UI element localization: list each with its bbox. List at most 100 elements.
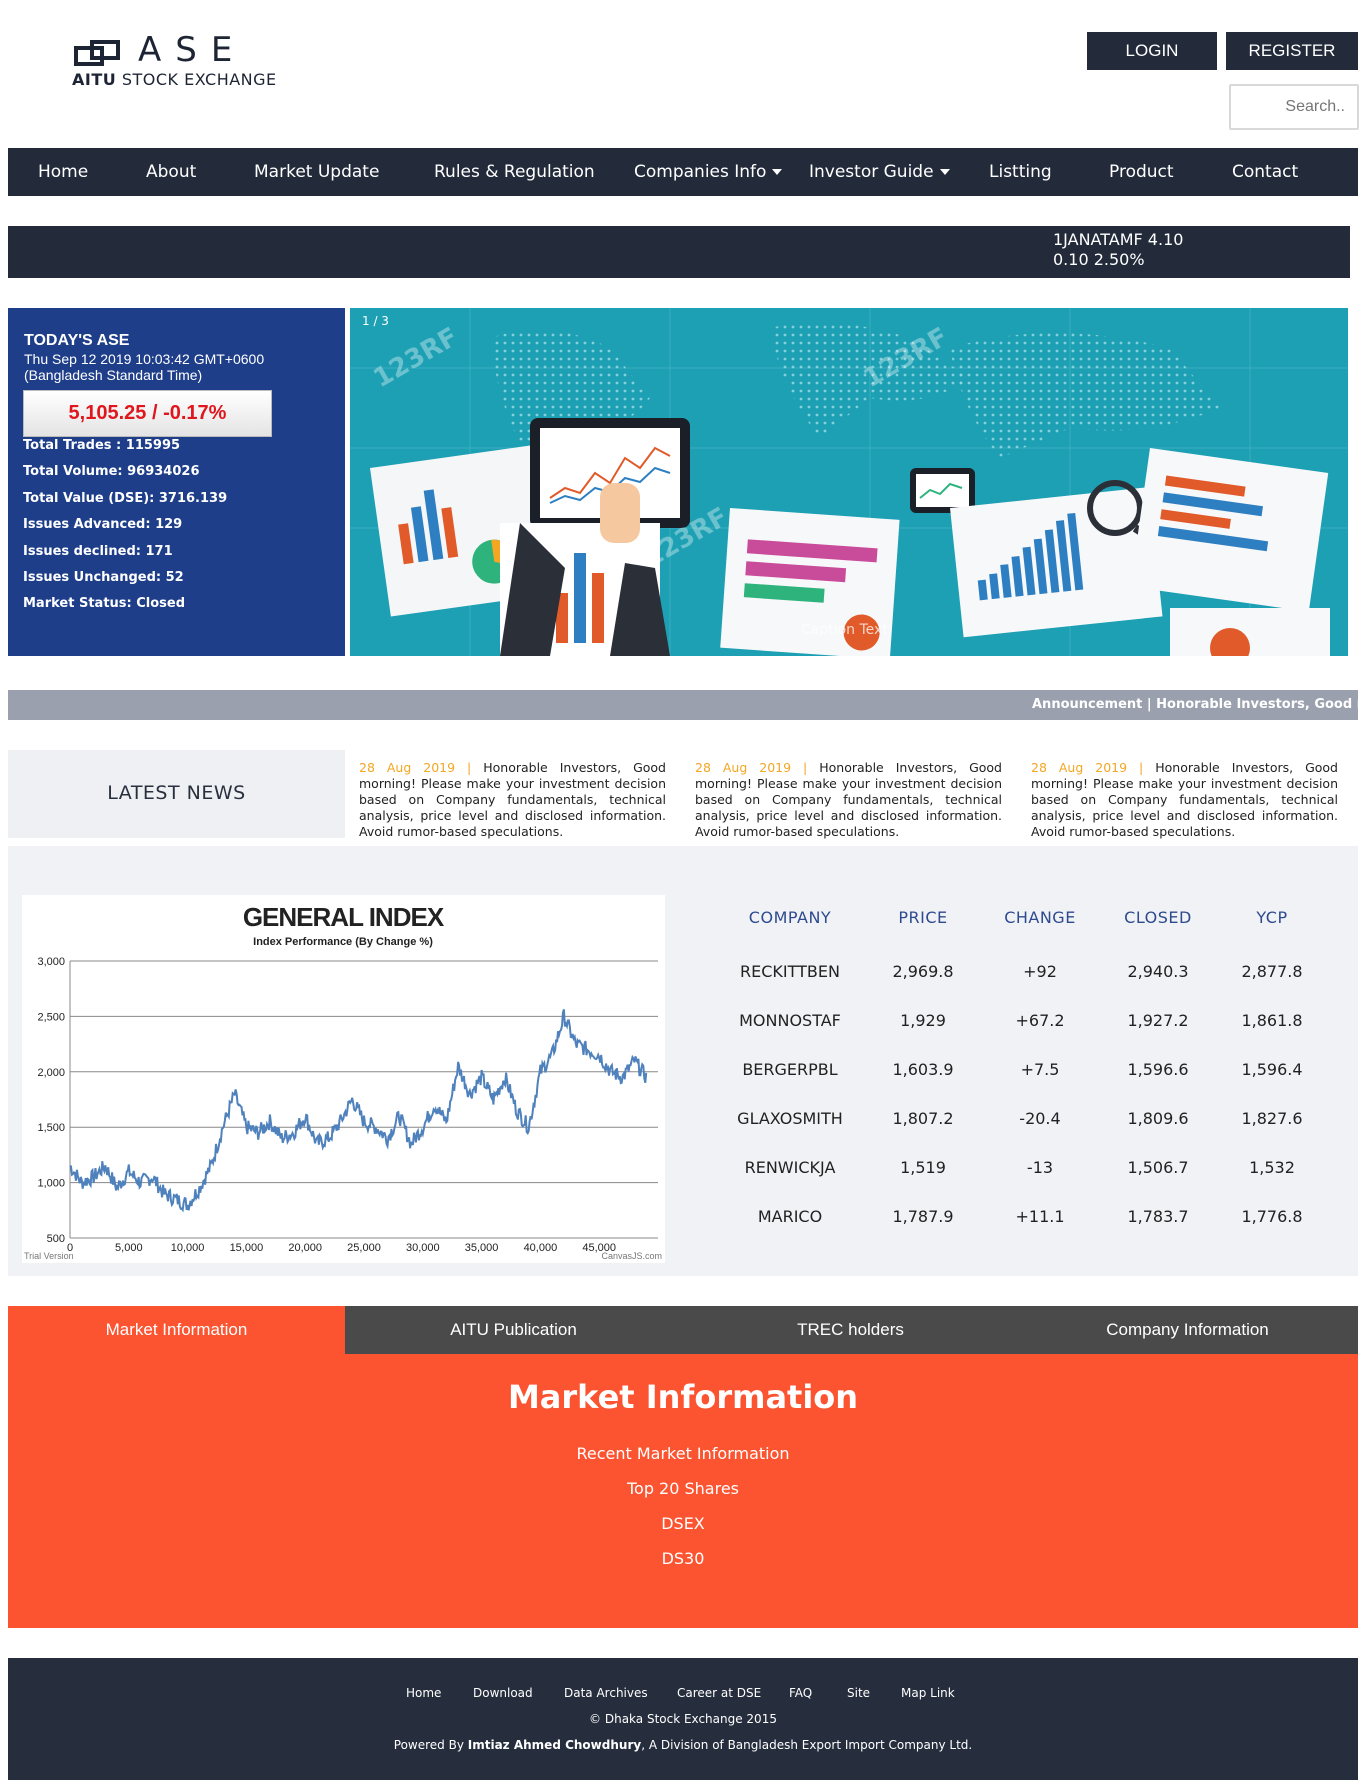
tab-market-information[interactable]: Market Information [8,1306,345,1354]
nav-item-listing[interactable]: Listting [989,148,1052,196]
chart-trial-label: Trial Version [24,1251,74,1261]
chart-y-tick-label: 3,000 [37,956,65,968]
cell-price: 1,787.9 [892,1207,954,1226]
cell-ycp: 1,776.8 [1241,1207,1303,1226]
cell-ycp: 1,861.8 [1241,1011,1303,1030]
announcement-text: Announcement | Honorable Investors, Good… [1032,697,1358,712]
info-tabs: Market Information AITU Publication TREC… [8,1306,1358,1354]
chart-series-line [69,1009,648,1213]
register-button[interactable]: REGISTER [1226,32,1358,70]
market-information-panel: Market Information Recent Market Informa… [8,1354,1358,1628]
footer-link-download[interactable]: Download [473,1686,533,1700]
news-item[interactable]: 28 Aug 2019 | Honorable Investors, Good … [695,760,1002,840]
market-information-heading: Market Information [507,1378,859,1416]
footer-copyright: © Dhaka Stock Exchange 2015 [589,1712,777,1726]
link-top-20-shares[interactable]: Top 20 Shares [8,1479,1358,1498]
link-dsex[interactable]: DSEX [8,1514,1358,1533]
search-input[interactable] [1231,86,1357,128]
cell-closed: 1,506.7 [1127,1158,1189,1177]
cell-change: -13 [1026,1158,1054,1177]
site-logo[interactable]: ASE AITU STOCK EXCHANGE [72,30,292,92]
login-button[interactable]: LOGIN [1087,32,1217,70]
chart-x-tick-label: 25,000 [347,1242,381,1254]
chart-x-tick-label: 30,000 [406,1242,440,1254]
nav-item-companies-info[interactable]: Companies Info [634,148,783,196]
chevron-down-icon [939,169,950,175]
tab-company-information[interactable]: Company Information [1019,1306,1356,1354]
nav-item-market-update[interactable]: Market Update [254,148,379,196]
cell-company: BERGERPBL [742,1060,838,1079]
logo-mark-icon [74,40,120,66]
chart-x-tick-label: 5,000 [115,1242,143,1254]
tab-aitu-publication[interactable]: AITU Publication [345,1306,682,1354]
chart-subtitle: Index Performance (By Change %) [253,936,433,948]
latest-news-header: LATEST NEWS [8,750,345,838]
cell-company: GLAXOSMITH [737,1109,843,1128]
nav-item-home[interactable]: Home [38,148,88,196]
cell-company: RENWICKJA [744,1158,836,1177]
general-index-chart: GENERAL INDEX Index Performance (By Chan… [22,895,665,1263]
image-slider[interactable]: 123RF 123RF 123RF 1 / 3 Caption Text [350,308,1348,656]
chart-x-tick-label: 40,000 [524,1242,558,1254]
footer-link-career[interactable]: Career at DSE [677,1686,761,1700]
nav-item-about[interactable]: About [146,148,196,196]
news-date: 28 Aug 2019 | [359,760,472,775]
latest-news-label: LATEST NEWS [107,782,246,804]
cell-price: 1,519 [900,1158,946,1177]
cell-ycp: 1,532 [1249,1158,1295,1177]
cell-closed: 1,927.2 [1127,1011,1189,1030]
index-value-box: 5,105.25 / -0.17% [23,390,272,437]
cell-closed: 2,940.3 [1127,962,1189,981]
nav-item-investor-guide[interactable]: Investor Guide [809,148,950,196]
stat-issues-declined: Issues declined: 171 [23,544,173,559]
stat-market-status: Market Status: Closed [23,596,186,611]
nav-item-rules-regulation[interactable]: Rules & Regulation [434,148,595,196]
cell-price: 1,929 [900,1011,946,1030]
cell-price: 2,969.8 [892,962,954,981]
logo-brand-text: ASE [138,30,247,70]
cell-change: +7.5 [1020,1060,1060,1079]
table-header-ycp: YCP [1256,908,1288,927]
cell-price: 1,603.9 [892,1060,954,1079]
ticker-line-1: 1JANATAMF 4.10 [1053,230,1184,249]
cell-company: RECKITTBEN [740,962,840,981]
cell-change: +11.1 [1015,1207,1065,1226]
cell-closed: 1,783.7 [1127,1207,1189,1226]
stock-ticker: 1JANATAMF 4.10 0.10 2.50% [8,226,1350,278]
logo-subtitle: AITU STOCK EXCHANGE [72,70,277,89]
footer-link-map[interactable]: Map Link [901,1686,955,1700]
footer-link-data-archives[interactable]: Data Archives [564,1686,648,1700]
cell-change: +92 [1023,962,1057,981]
tab-trec-holders[interactable]: TREC holders [682,1306,1019,1354]
footer-link-site[interactable]: Site [847,1686,870,1700]
news-item[interactable]: 28 Aug 2019 | Honorable Investors, Good … [1031,760,1338,840]
slide-counter: 1 / 3 [362,314,389,328]
stat-issues-unchanged: Issues Unchanged: 52 [23,570,184,585]
nav-item-contact[interactable]: Contact [1232,148,1298,196]
table-header-change: CHANGE [1004,908,1076,927]
chart-y-tick-label: 2,500 [37,1011,65,1023]
news-date: 28 Aug 2019 | [695,760,808,775]
chart-x-tick-label: 20,000 [288,1242,322,1254]
chart-y-tick-label: 1,000 [37,1178,65,1190]
announcement-marquee: Announcement | Honorable Investors, Good… [8,690,1358,720]
chart-title: GENERAL INDEX [243,902,445,932]
footer-link-home[interactable]: Home [406,1686,441,1700]
todays-ase-title: TODAY'S ASE [24,332,130,349]
general-index-chart-svg: GENERAL INDEX Index Performance (By Chan… [24,902,662,1261]
news-item[interactable]: 28 Aug 2019 | Honorable Investors, Good … [359,760,666,840]
chart-x-tick-label: 10,000 [171,1242,205,1254]
cell-ycp: 2,877.8 [1241,962,1303,981]
chart-x-tick-label: 15,000 [230,1242,264,1254]
cell-company: MARICO [757,1207,823,1226]
link-ds30[interactable]: DS30 [8,1549,1358,1568]
nav-item-product[interactable]: Product [1109,148,1174,196]
slide-caption: Caption Text [801,622,888,638]
table-header-closed: CLOSED [1124,908,1192,927]
footer: Home Download Data Archives Career at DS… [8,1658,1358,1780]
stat-total-volume: Total Volume: 96934026 [23,464,200,479]
chart-y-tick-label: 500 [47,1233,65,1245]
footer-link-faq[interactable]: FAQ [789,1686,812,1700]
chart-x-tick-label: 35,000 [465,1242,499,1254]
link-recent-market-information[interactable]: Recent Market Information [8,1444,1358,1463]
